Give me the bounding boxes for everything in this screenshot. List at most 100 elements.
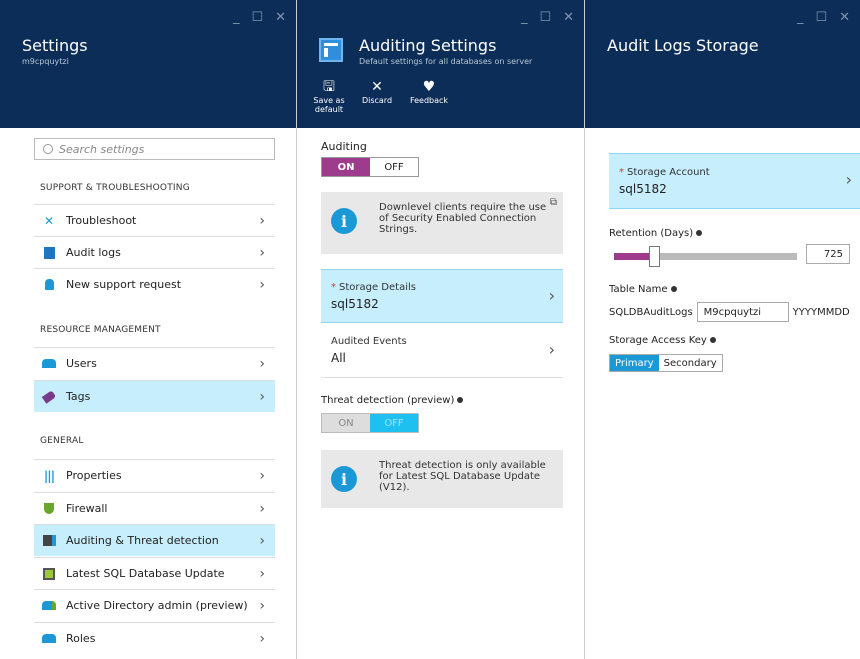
chevron-right-icon: › [548, 340, 555, 359]
window-controls: _ ☐ ✕ [521, 10, 574, 25]
person-icon [42, 278, 56, 292]
auditing-subtitle: Default settings for all databases on se… [359, 57, 533, 66]
close-icon[interactable]: ✕ [839, 10, 850, 25]
menu-item-label: Latest SQL Database Update [66, 567, 225, 580]
close-icon[interactable]: ✕ [275, 10, 286, 25]
auditing-on-option[interactable]: ON [322, 158, 370, 176]
ad-admin-icon [42, 599, 56, 613]
storage-details-label: Storage Details [339, 281, 416, 293]
storage-details-row[interactable]: * Storage Details sql5182 › [321, 269, 563, 323]
key-primary-option[interactable]: Primary [610, 355, 659, 371]
storage-account-label: Storage Account [627, 166, 710, 178]
menu-item-latest-sql-update[interactable]: Latest SQL Database Update › [34, 557, 275, 589]
close-icon[interactable]: ✕ [563, 10, 574, 25]
access-key-selector[interactable]: Primary Secondary [609, 354, 723, 372]
maximize-icon[interactable]: ☐ [539, 10, 551, 25]
retention-slider[interactable] [614, 246, 797, 267]
chevron-right-icon: › [259, 533, 265, 549]
save-icon: 🖫 [323, 79, 335, 95]
chevron-right-icon: › [259, 389, 265, 405]
storage-details-value: sql5182 [331, 296, 379, 311]
access-key-label-wrap: Storage Access Key [609, 335, 716, 346]
firewall-icon [42, 502, 56, 516]
threat-detection-toggle[interactable]: ON OFF [321, 413, 419, 433]
chevron-right-icon: › [845, 170, 852, 189]
menu-item-properties[interactable]: ||| Properties › [34, 459, 275, 491]
auditing-label: Auditing [321, 140, 367, 153]
audited-events-value: All [331, 351, 346, 365]
auditing-blade-icon [319, 38, 343, 62]
save-label: Save as default [313, 96, 345, 114]
minimize-icon[interactable]: _ [797, 10, 804, 25]
feedback-label: Feedback [409, 96, 449, 105]
menu-item-users[interactable]: Users › [34, 347, 275, 379]
chevron-right-icon: › [259, 566, 265, 582]
maximize-icon[interactable]: ☐ [815, 10, 827, 25]
feedback-button[interactable]: ♥ Feedback [407, 78, 451, 114]
section-resource: RESOURCE MANAGEMENT [40, 325, 161, 335]
menu-item-new-support-request[interactable]: New support request › [34, 268, 275, 300]
menu-item-label: Audit logs [66, 246, 121, 259]
discard-button[interactable]: ✕ Discard [359, 78, 395, 114]
settings-header: _ ☐ ✕ Settings m9cpquytzi [0, 0, 296, 128]
auditing-toggle[interactable]: ON OFF [321, 157, 419, 177]
threat-on-option[interactable]: ON [322, 414, 370, 432]
table-prefix: SQLDBAuditLogs [609, 306, 693, 318]
auditing-title: Auditing Settings [359, 36, 497, 55]
minimize-icon[interactable]: _ [233, 10, 240, 25]
audited-events-row[interactable]: Audited Events All › [321, 324, 563, 378]
storage-account-row[interactable]: * Storage Account sql5182 › [609, 153, 860, 209]
table-name-row: SQLDBAuditLogs M9cpquytzi YYYYMMDD [609, 302, 850, 322]
menu-item-roles[interactable]: Roles › [34, 622, 275, 654]
chevron-right-icon: › [259, 356, 265, 372]
table-name-label: Table Name [609, 284, 668, 295]
menu-item-audit-logs[interactable]: Audit logs › [34, 236, 275, 268]
chevron-right-icon: › [548, 286, 555, 305]
retention-days-input[interactable]: 725 [806, 244, 850, 264]
chevron-right-icon: › [259, 245, 265, 261]
table-name-input[interactable]: M9cpquytzi [696, 302, 789, 322]
roles-icon [42, 632, 56, 646]
search-icon [43, 144, 53, 154]
audit-logs-storage-blade: _ ☐ ✕ Audit Logs Storage * Storage Accoun… [585, 0, 860, 659]
threat-off-option[interactable]: OFF [370, 414, 418, 432]
audited-events-label: Audited Events [331, 336, 407, 347]
auditing-icon [42, 534, 56, 548]
window-controls: _ ☐ ✕ [233, 10, 286, 25]
menu-item-active-directory-admin[interactable]: Active Directory admin (preview) › [34, 589, 275, 621]
settings-blade: _ ☐ ✕ Settings m9cpquytzi Search setting… [0, 0, 297, 659]
window-controls: _ ☐ ✕ [797, 10, 850, 25]
retention-label-wrap: Retention (Days) [609, 228, 703, 239]
maximize-icon[interactable]: ☐ [251, 10, 263, 25]
retention-slider-fill [614, 253, 654, 260]
chevron-right-icon: › [259, 468, 265, 484]
menu-item-auditing-threat-detection[interactable]: Auditing & Threat detection › [34, 524, 275, 556]
search-input[interactable]: Search settings [34, 138, 275, 160]
info-icon: i [331, 208, 357, 234]
menu-item-label: Tags [66, 390, 91, 403]
wrench-icon: ✕ [43, 213, 55, 228]
info-icon: i [331, 466, 357, 492]
users-icon [42, 357, 56, 371]
storage-header: _ ☐ ✕ Audit Logs Storage [585, 0, 860, 128]
info-dot-icon [670, 286, 677, 292]
menu-item-firewall[interactable]: Firewall › [34, 492, 275, 524]
storage-details-label-wrap: * Storage Details [331, 282, 563, 293]
chevron-right-icon: › [259, 598, 265, 614]
menu-item-troubleshoot[interactable]: ✕ Troubleshoot › [34, 204, 275, 236]
key-secondary-option[interactable]: Secondary [659, 355, 722, 371]
storage-title: Audit Logs Storage [607, 36, 759, 55]
menu-item-label: Firewall [66, 502, 108, 515]
menu-item-label: Auditing & Threat detection [66, 534, 219, 547]
menu-item-label: Troubleshoot [66, 214, 137, 227]
save-as-default-button[interactable]: 🖫 Save as default [311, 78, 347, 114]
search-placeholder: Search settings [59, 142, 145, 156]
retention-slider-thumb[interactable] [649, 246, 660, 267]
menu-item-tags[interactable]: Tags › [34, 380, 275, 412]
discard-icon: ✕ [371, 79, 383, 95]
chevron-right-icon: › [259, 631, 265, 647]
info-text: Downlevel clients require the use of Sec… [379, 202, 547, 235]
auditing-off-option[interactable]: OFF [370, 158, 418, 176]
minimize-icon[interactable]: _ [521, 10, 528, 25]
external-link-icon[interactable]: ⧉ [550, 197, 557, 208]
